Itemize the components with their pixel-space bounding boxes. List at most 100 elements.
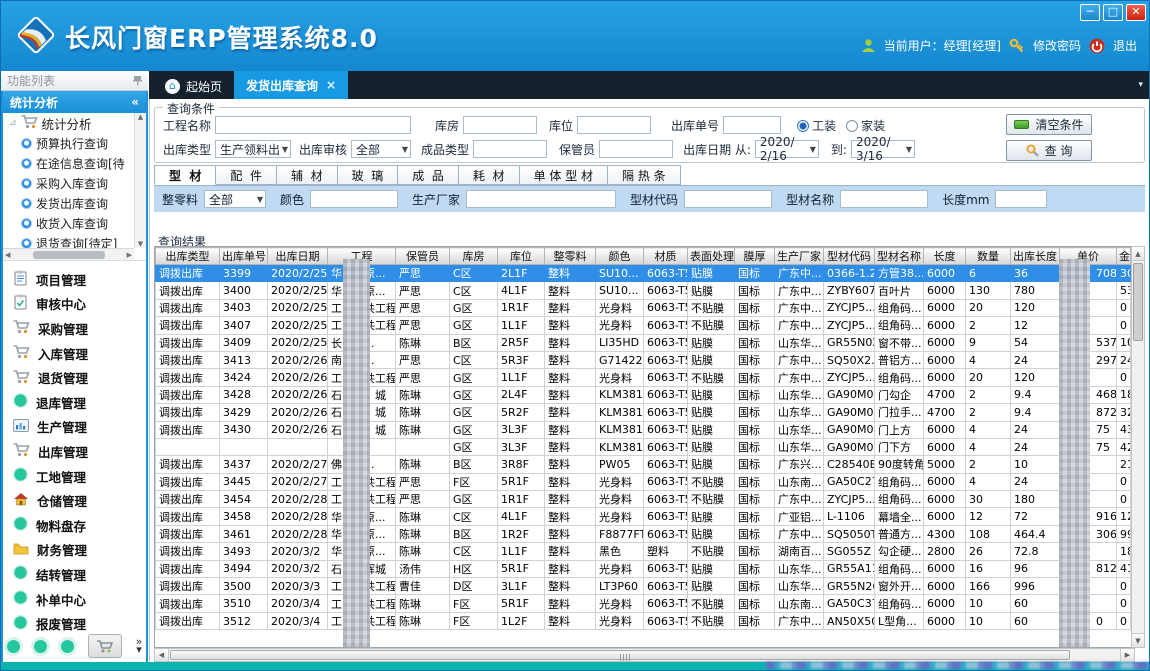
subtab-5[interactable]: 耗 材 <box>459 165 520 185</box>
column-header[interactable]: 表面处理 <box>688 248 735 265</box>
manufacturer-input[interactable] <box>466 190 616 208</box>
sidebar-item-circle[interactable]: 物料盘存 <box>3 513 146 538</box>
column-header[interactable]: 库房 <box>450 248 498 265</box>
keeper-input[interactable] <box>599 140 673 158</box>
location-input[interactable] <box>577 116 651 134</box>
clear-conditions-button[interactable]: 清空条件 <box>1006 114 1092 135</box>
column-header[interactable]: 工程 <box>328 248 396 265</box>
column-header[interactable]: 整零料 <box>545 248 596 265</box>
table-row[interactable]: 调拨出库33992020/2/25华 原...严思C区2L1F整料SU10...… <box>156 265 1131 282</box>
whole-select[interactable]: 全部▼ <box>204 190 266 208</box>
table-row[interactable]: 调拨出库34932020/3/2华 原...陈琳C区1L1F整料黑色塑料不贴膜国… <box>156 543 1131 560</box>
tree-item[interactable]: 预算执行查询 <box>3 133 134 153</box>
tree-item[interactable]: 采购入库查询 <box>3 173 134 193</box>
audit-select[interactable]: 全部▼ <box>351 140 411 158</box>
table-row[interactable]: 调拨出库35102020/3/4工 共工程陈琳F区5R1F整料光身料6063-T… <box>156 595 1131 612</box>
column-header[interactable]: 数量 <box>966 248 1011 265</box>
out-type-select[interactable]: 生产领料出库▼ <box>215 140 291 158</box>
column-header[interactable]: 颜色 <box>596 248 644 265</box>
column-header[interactable]: 材质 <box>644 248 688 265</box>
table-row[interactable]: 调拨出库34242020/2/26工 共工程严思G区1L1F整料光身料6063-… <box>156 369 1131 386</box>
logout-link[interactable]: 退出 <box>1113 37 1137 54</box>
table-row[interactable]: 调拨出库34452020/2/27工 共工程严思F区5R1F整料光身料6063-… <box>156 473 1131 490</box>
tab-list-dropdown-icon[interactable]: ▾ <box>1138 80 1143 90</box>
table-row[interactable]: 调拨出库35122020/3/4工 共工程陈琳F区1L2F整料光身料6063-T… <box>156 612 1131 629</box>
tab-shipment-outbound-query[interactable]: 发货出库查询 × <box>234 71 348 99</box>
nav-dot-icon[interactable] <box>34 640 47 653</box>
table-horizontal-scrollbar[interactable]: ◀ ▶ <box>154 648 1135 662</box>
change-password-link[interactable]: 修改密码 <box>1033 37 1081 54</box>
subtab-0[interactable]: 型 材 <box>154 165 216 185</box>
table-row[interactable]: 调拨出库34132020/2/26南 ...严思C区5R3F整料G7142260… <box>156 351 1131 368</box>
table-vertical-scrollbar[interactable]: ▲▼ <box>1131 246 1145 648</box>
column-header[interactable]: 金 <box>1117 248 1131 265</box>
table-row[interactable]: 调拨出库34582020/2/28华 原...陈琳C区4L1F整料光身料6063… <box>156 508 1131 525</box>
tab-close-icon[interactable]: × <box>326 78 336 92</box>
sidebar-item-circle[interactable]: 补单中心 <box>3 587 146 612</box>
sidebar-item-chart[interactable]: 生产管理 <box>3 415 146 440</box>
search-button[interactable]: 查 询 <box>1006 140 1092 161</box>
profile-code-input[interactable] <box>684 190 772 208</box>
sidebar-item-cart[interactable]: 出库管理 <box>3 439 146 464</box>
table-row[interactable]: 调拨出库34072020/2/25工 共工程严思G区1L1F整料光身料6063-… <box>156 317 1131 334</box>
table-row[interactable]: 调拨出库34032020/2/25工 共工程严思G区1R1F整料光身料6063-… <box>156 299 1131 316</box>
tree-vertical-scrollbar[interactable]: ▲▼ <box>134 113 146 248</box>
subtab-7[interactable]: 隔 热 条 <box>608 165 681 185</box>
sidebar-item-cart[interactable]: 采购管理 <box>3 316 146 341</box>
column-header[interactable]: 膜厚 <box>735 248 775 265</box>
sidebar-item-cart[interactable]: 入库管理 <box>3 341 146 366</box>
column-header[interactable]: 出库长度 <box>1011 248 1060 265</box>
table-row[interactable]: 调拨出库35002020/3/3工 共工程曹佳D区3L1F整料LT3P60606… <box>156 578 1131 595</box>
tree-item[interactable]: 发货出库查询 <box>3 193 134 213</box>
cart-nav-button[interactable] <box>88 634 122 658</box>
table-row[interactable]: 调拨出库34542020/2/28工 共工程严思G区1R1F整料光身料6063-… <box>156 491 1131 508</box>
subtab-2[interactable]: 辅 材 <box>277 165 338 185</box>
length-input[interactable] <box>995 190 1047 208</box>
table-row[interactable]: 调拨出库34612020/2/28华 原...陈琳B区1R2F整料F8877FT… <box>156 525 1131 542</box>
tab-home[interactable]: ⌂ 起始页 <box>153 73 234 99</box>
sidebar-item-circle[interactable]: 工地管理 <box>3 464 146 489</box>
sidebar-item-folder[interactable]: 财务管理 <box>3 538 146 563</box>
radio-homewear[interactable]: 家装 <box>846 117 885 134</box>
profile-name-input[interactable] <box>840 190 928 208</box>
column-header[interactable]: 长度 <box>924 248 966 265</box>
subtab-4[interactable]: 成 品 <box>398 165 459 185</box>
warehouse-input[interactable] <box>463 116 537 134</box>
date-to-select[interactable]: 2020/ 3/16▼ <box>851 140 915 158</box>
tree-root-statistics[interactable]: ⊿统计分析 <box>3 113 134 133</box>
close-button[interactable]: ✕ <box>1126 4 1146 21</box>
sidebar-item-cart[interactable]: 退货管理 <box>3 365 146 390</box>
order-no-input[interactable] <box>723 116 781 134</box>
table-row[interactable]: 调拨出库34292020/2/26石 城陈琳G区5R2F整料KLM3817606… <box>156 404 1131 421</box>
subtab-3[interactable]: 玻 璃 <box>338 165 399 185</box>
radio-workwear[interactable]: 工装 <box>797 117 836 134</box>
tree-item[interactable]: 在途信息查询[待 <box>3 153 134 173</box>
column-header[interactable]: 保管员 <box>396 248 450 265</box>
project-name-input[interactable] <box>215 116 411 134</box>
table-row[interactable]: 调拨出库34002020/2/25华 原...严思C区4L1F整料SU10...… <box>156 282 1131 299</box>
column-header[interactable]: 型材名称 <box>875 248 924 265</box>
date-from-select[interactable]: 2020/ 2/16▼ <box>755 140 819 158</box>
tree-item[interactable]: 收货入库查询 <box>3 213 134 233</box>
pin-icon[interactable] <box>133 75 142 86</box>
column-header[interactable]: 出库单号 <box>220 248 268 265</box>
maximize-button[interactable]: □ <box>1103 4 1123 21</box>
subtab-1[interactable]: 配 件 <box>216 165 277 185</box>
sidebar-item-clipboard2[interactable]: 审核中心 <box>3 292 146 317</box>
column-header[interactable]: 库位 <box>498 248 545 265</box>
tree-item[interactable]: 退货查询[待定] <box>3 233 134 248</box>
sidebar-item-circle[interactable]: 结转管理 <box>3 562 146 587</box>
table-row[interactable]: 调拨出库34302020/2/26石 城陈琳G区3L3F整料KLM3817606… <box>156 421 1131 438</box>
column-header[interactable]: 出库类型 <box>156 248 220 265</box>
product-type-input[interactable] <box>473 140 547 158</box>
table-row[interactable]: 调拨出库34092020/2/25长 ...陈琳B区2R5F整料LI35HD60… <box>156 334 1131 351</box>
table-row[interactable]: 调拨出库34282020/2/26石 城陈琳G区2L4F整料KLM3817606… <box>156 386 1131 403</box>
nav-dot-icon[interactable] <box>61 640 74 653</box>
tree-horizontal-scrollbar[interactable]: ◀▶ <box>3 248 134 260</box>
table-row[interactable]: 调拨出库34372020/2/27佛 ...陈琳B区3R8F整料PW056063… <box>156 456 1131 473</box>
collapse-icon[interactable]: « <box>131 95 139 109</box>
nav-dot-icon[interactable] <box>7 640 20 653</box>
table-row[interactable]: G区3L3F整料KLM38176063-T5贴膜国标山东华...GA90M09.… <box>156 438 1131 455</box>
subtab-6[interactable]: 单 体 型 材 <box>520 165 608 185</box>
minimize-button[interactable]: ─ <box>1080 4 1100 21</box>
